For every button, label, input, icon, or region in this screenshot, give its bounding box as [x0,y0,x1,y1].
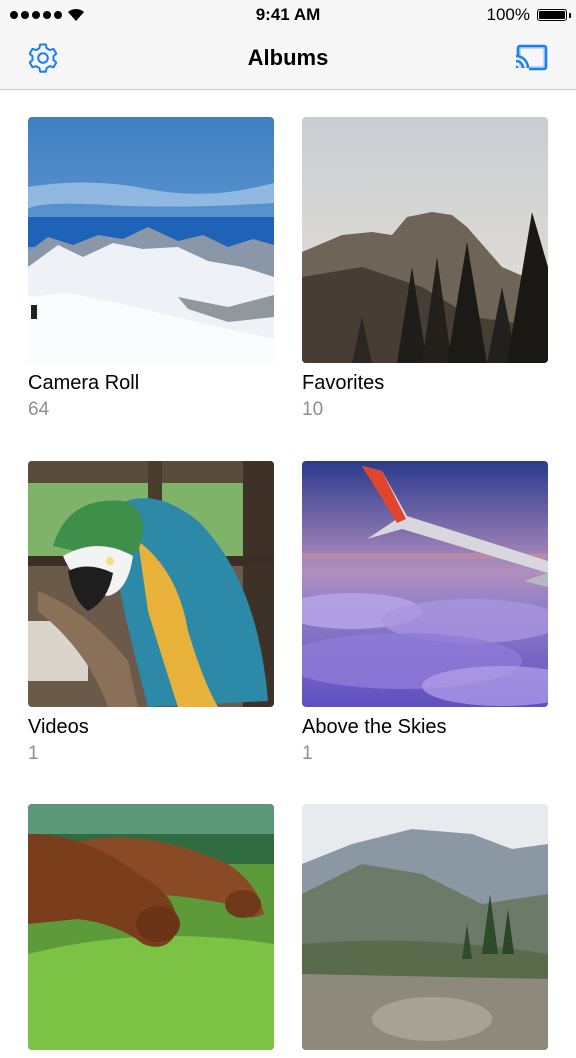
album-favorites[interactable]: Favorites 10 [302,117,548,421]
battery-percentage: 100% [486,5,530,24]
album-above-the-skies[interactable]: Above the Skies 1 [302,461,548,765]
album-cover-mountain-valley[interactable] [302,804,548,1050]
cast-button[interactable] [513,40,549,76]
album-count: 1 [28,743,39,764]
album-valley[interactable] [302,804,548,1058]
navigation-bar: Albums [0,30,576,90]
battery-icon [537,9,571,21]
cast-icon [514,44,548,71]
album-videos[interactable]: Videos 1 [28,461,274,765]
page-title: Albums [247,45,329,70]
album-count: 64 [28,399,50,420]
album-cover-parrot[interactable] [28,461,274,707]
album-dogs[interactable] [28,804,274,1058]
album-count: 1 [302,743,313,764]
status-bar: 9:41 AM 100% [0,0,576,30]
album-title: Above the Skies [302,716,447,738]
album-title: Favorites [302,372,385,394]
album-count: 10 [302,399,324,420]
album-title: Camera Roll [28,372,140,394]
album-cover-mountain-snow[interactable] [28,117,274,363]
album-title: Videos [28,716,89,738]
album-cover-dogs-grass[interactable] [28,804,274,1050]
album-cover-airplane-wing[interactable] [302,461,548,707]
album-cover-mountain-sunset[interactable] [302,117,548,363]
album-camera-roll[interactable]: Camera Roll 64 [28,117,274,421]
